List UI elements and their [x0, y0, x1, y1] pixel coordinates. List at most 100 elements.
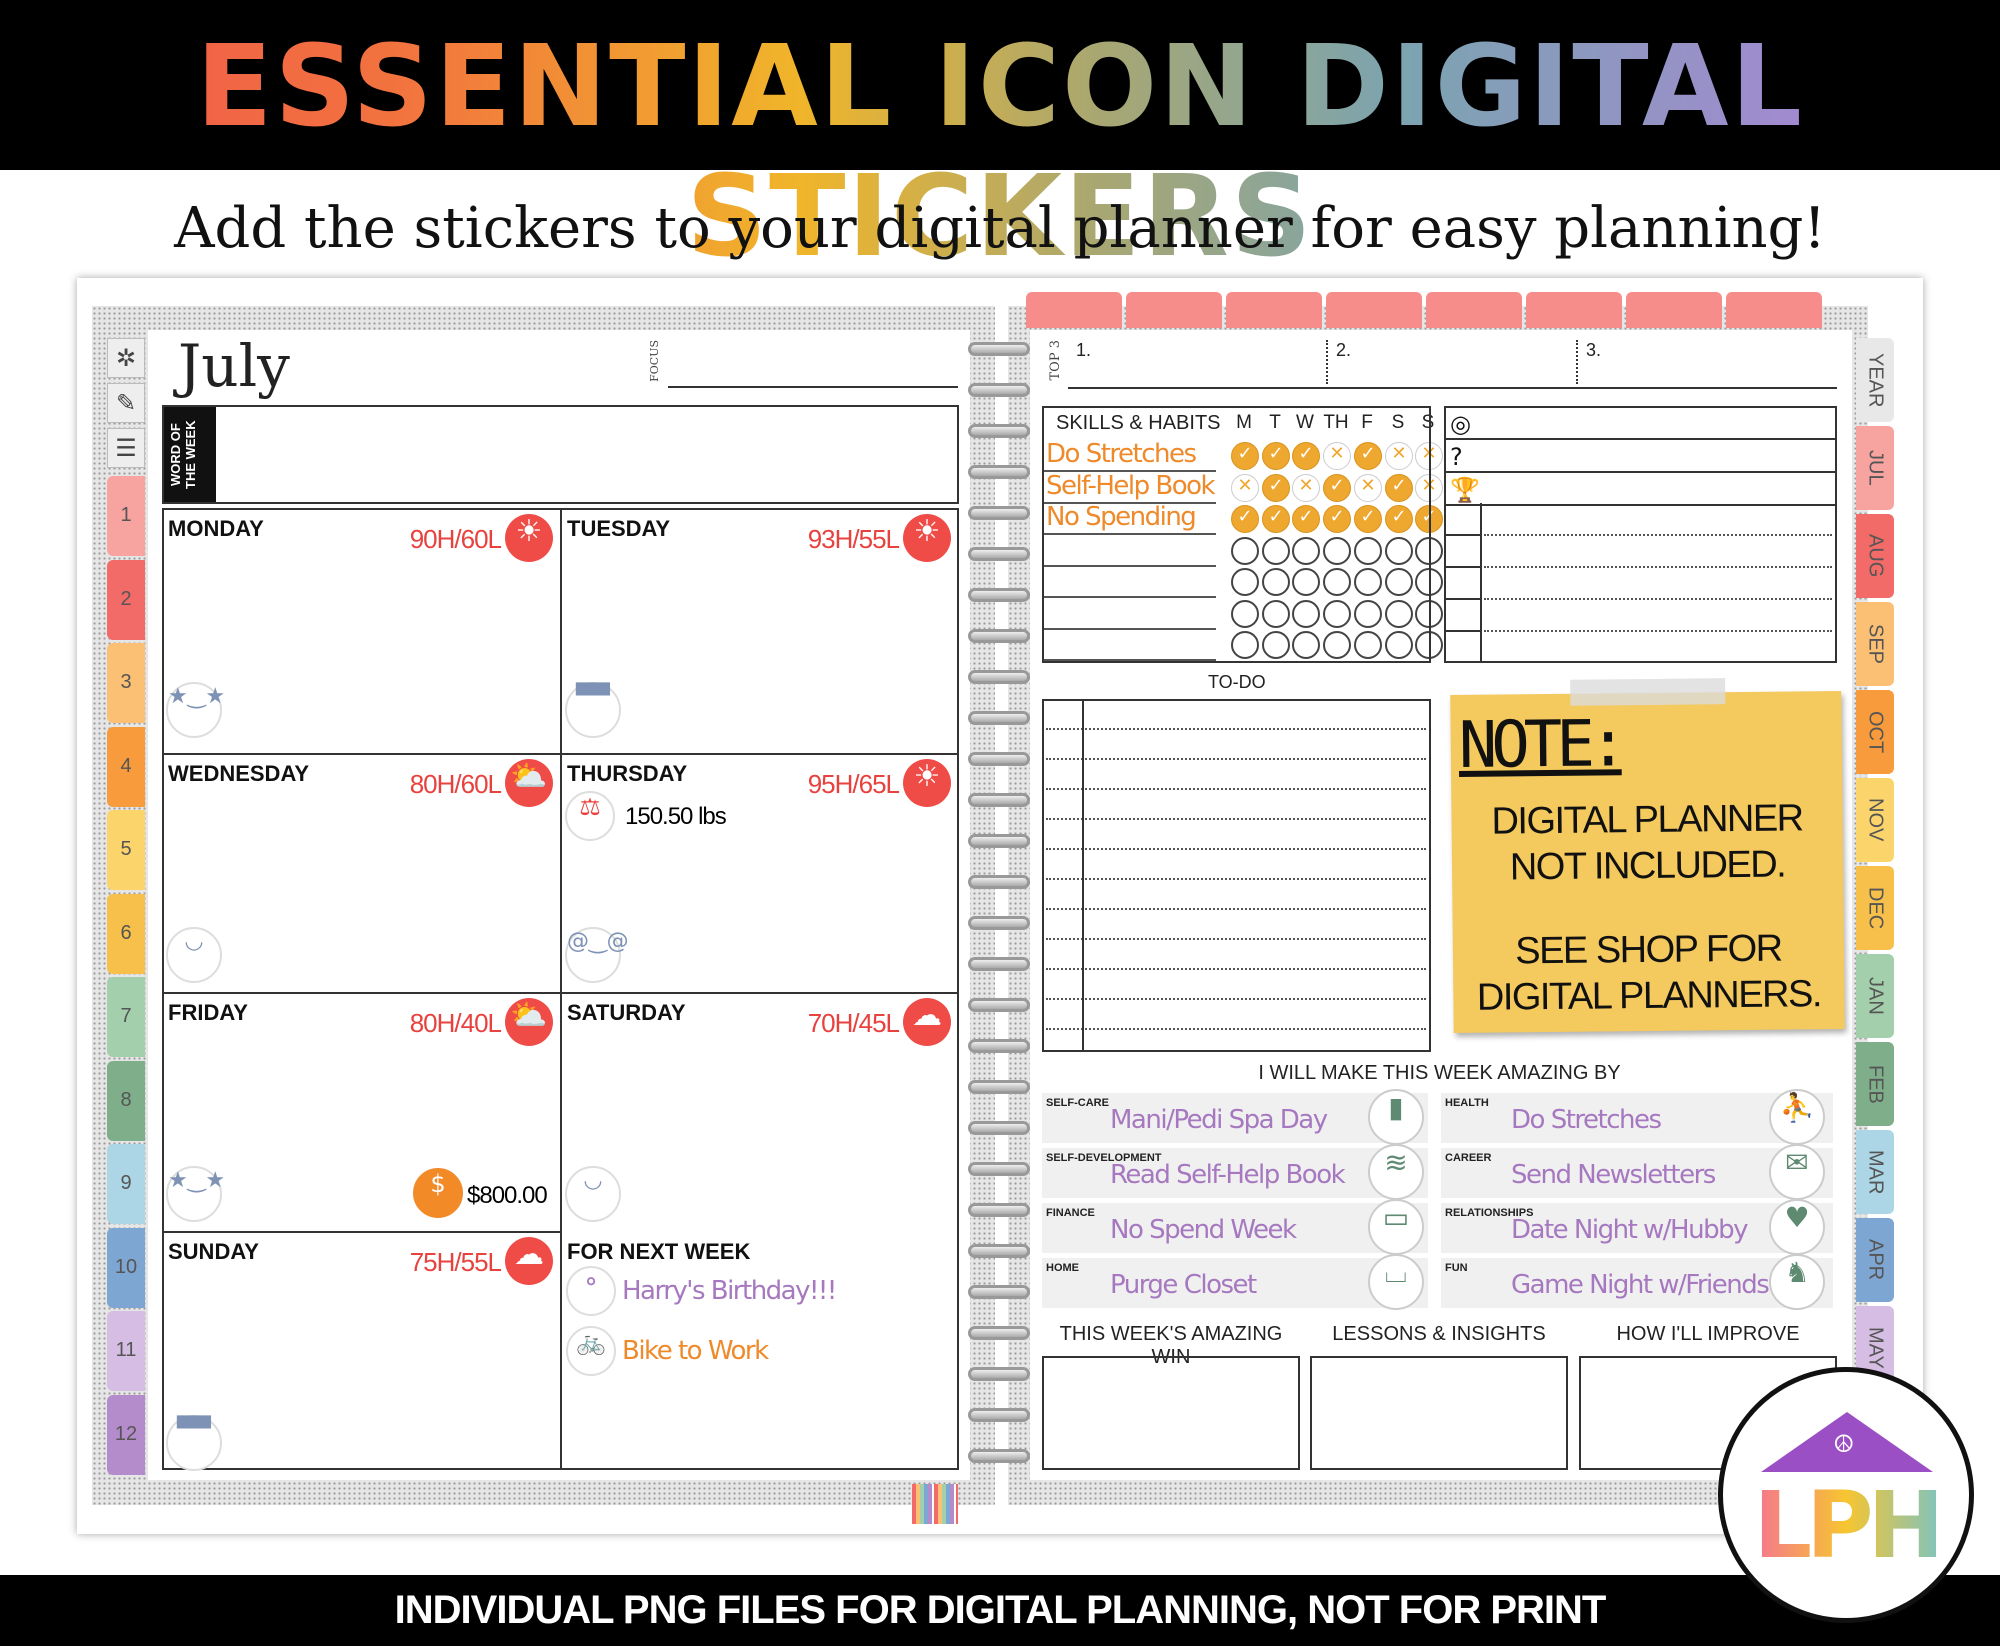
email-icon[interactable]: ✉ — [1769, 1144, 1825, 1200]
spiral-ring — [968, 1203, 1030, 1217]
month-tab-1[interactable]: 1 — [107, 476, 145, 556]
sun-icon[interactable]: ☀ — [505, 514, 553, 562]
day-divider — [162, 992, 561, 994]
notepad-icon[interactable]: ✎ — [107, 383, 145, 423]
day-name: TUESDAY — [567, 516, 671, 541]
top-tab[interactable] — [1226, 292, 1322, 328]
month-tab-7[interactable]: 7 — [107, 977, 145, 1057]
month-tab-6[interactable]: 6 — [107, 893, 145, 974]
side-tab-dec[interactable]: DEC — [1856, 866, 1894, 950]
top3-input-2[interactable] — [1326, 340, 1576, 384]
side-tab-year[interactable]: YEAR — [1856, 338, 1894, 422]
focus-input[interactable] — [668, 386, 958, 388]
sun-icon[interactable]: ☀ — [903, 514, 951, 562]
next-week-label: FOR NEXT WEEK — [567, 1239, 751, 1264]
side-tab-apr[interactable]: APR — [1856, 1218, 1894, 1302]
no-card-icon[interactable]: ▭ — [1368, 1199, 1424, 1255]
day-name: MONDAY — [168, 516, 264, 541]
side-tab-feb[interactable]: FEB — [1856, 1042, 1894, 1126]
month-tab-11[interactable]: 11 — [107, 1311, 145, 1391]
todo-list[interactable] — [1042, 699, 1431, 1052]
piggy-bank-icon[interactable]: $ — [413, 1168, 463, 1218]
day-name: THURSDAY — [567, 761, 688, 786]
goals-box[interactable] — [1444, 406, 1837, 663]
cloud-icon[interactable]: ☁ — [505, 1237, 553, 1285]
side-tab-nov[interactable]: NOV — [1856, 778, 1894, 862]
spiral-ring — [968, 1162, 1030, 1176]
bicycle-icon[interactable]: 🚲 — [566, 1326, 616, 1376]
partly-sunny-icon[interactable]: ⛅ — [505, 998, 553, 1046]
side-tab-jul[interactable]: JUL — [1856, 426, 1894, 510]
amazing-item-text[interactable]: Mani/Pedi Spa Day — [1110, 1105, 1328, 1135]
balloons-icon[interactable]: ⚬ — [566, 1266, 616, 1316]
amazing-item-text[interactable]: Game Night w/Friends — [1511, 1270, 1770, 1300]
top-tab[interactable] — [1426, 292, 1522, 328]
day-name: WEDNESDAY — [168, 761, 309, 786]
amazing-item-text[interactable]: Purge Closet — [1110, 1270, 1257, 1300]
stretching-icon[interactable]: ⛹ — [1769, 1089, 1825, 1145]
month-tab-12[interactable]: 12 — [107, 1394, 145, 1475]
side-tab-oct[interactable]: OCT — [1856, 690, 1894, 774]
top-tab[interactable] — [1626, 292, 1722, 328]
books-icon[interactable]: ≋ — [1368, 1144, 1424, 1200]
note-title: NOTE: — [1458, 707, 1622, 783]
scale-icon[interactable]: ⚖ — [565, 791, 615, 841]
word-of-week-label: WORD OF THE WEEK — [164, 407, 216, 502]
note-sticky: NOTE: DIGITAL PLANNER NOT INCLUDED. SEE … — [1450, 678, 1845, 1034]
chess-icon[interactable]: ♞ — [1769, 1254, 1825, 1310]
month-tab-2[interactable]: 2 — [107, 559, 145, 640]
menu-icon[interactable]: ☰ — [107, 428, 145, 468]
amazing-item-text[interactable]: Read Self-Help Book — [1110, 1160, 1346, 1190]
month-tab-10[interactable]: 10 — [107, 1227, 145, 1308]
reflection-box[interactable] — [1310, 1356, 1568, 1470]
amazing-item-text[interactable]: Send Newsletters — [1511, 1160, 1716, 1190]
month-tab-4[interactable]: 4 — [107, 726, 145, 807]
month-title: July — [178, 332, 290, 400]
sunglasses-icon[interactable]: ▀▀ — [166, 1415, 222, 1471]
star-eyes-icon[interactable]: ★‿★ — [166, 1166, 225, 1222]
month-tab-5[interactable]: 5 — [107, 810, 145, 890]
smile-icon[interactable]: ◡ — [565, 1166, 621, 1222]
side-tab-sep[interactable]: SEP — [1856, 602, 1894, 686]
side-tab-mar[interactable]: MAR — [1856, 1130, 1894, 1214]
nail-polish-icon[interactable]: ▮ — [1368, 1089, 1424, 1145]
month-tab-3[interactable]: 3 — [107, 643, 145, 723]
smile-icon[interactable]: ◡ — [166, 927, 222, 983]
day-temperature: 93H/55L — [807, 524, 900, 554]
top3-input-3[interactable] — [1576, 340, 1826, 384]
category-label: SELF-CARE — [1046, 1097, 1109, 1109]
reflection-box[interactable] — [1042, 1356, 1300, 1470]
sun-icon[interactable]: ☀ — [903, 759, 951, 807]
top-tab[interactable] — [1526, 292, 1622, 328]
partly-sunny-icon[interactable]: ⛅ — [505, 759, 553, 807]
spiral-ring — [968, 875, 1030, 889]
amazing-item-text[interactable]: Date Night w/Hubby — [1511, 1215, 1748, 1245]
top3-input-1[interactable] — [1066, 340, 1316, 384]
top-tab[interactable] — [1026, 292, 1122, 328]
reflection-label: HOW I'LL IMPROVE — [1616, 1323, 1800, 1345]
top-tab[interactable] — [1726, 292, 1822, 328]
day-temperature: 75H/55L — [409, 1247, 502, 1277]
word-of-week-box[interactable] — [162, 405, 959, 504]
top-tab[interactable] — [1326, 292, 1422, 328]
dizzy-icon[interactable]: @‿@ — [565, 927, 629, 983]
sunglasses-icon[interactable]: ▀▀ — [565, 682, 621, 738]
spiral-ring — [968, 547, 1030, 561]
spiral-ring — [968, 1039, 1030, 1053]
star-eyes-icon[interactable]: ★‿★ — [166, 682, 225, 738]
heart-icon[interactable]: ♥ — [1769, 1199, 1825, 1255]
top-tab[interactable] — [1126, 292, 1222, 328]
spiral-ring — [968, 1285, 1030, 1299]
amazing-item-text[interactable]: Do Stretches — [1511, 1105, 1662, 1135]
spiral-ring — [968, 424, 1030, 438]
side-tab-aug[interactable]: AUG — [1856, 514, 1894, 598]
mop-bucket-icon[interactable]: ⌴ — [1368, 1254, 1424, 1310]
cloud-icon[interactable]: ☁ — [903, 998, 951, 1046]
amazing-item-text[interactable]: No Spend Week — [1110, 1215, 1297, 1245]
side-tab-jan[interactable]: JAN — [1856, 954, 1894, 1038]
compass-icon[interactable]: ✲ — [107, 338, 145, 378]
spiral-ring — [968, 383, 1030, 397]
day-temperature: 80H/60L — [409, 769, 502, 799]
month-tab-8[interactable]: 8 — [107, 1060, 145, 1141]
month-tab-9[interactable]: 9 — [107, 1144, 145, 1224]
